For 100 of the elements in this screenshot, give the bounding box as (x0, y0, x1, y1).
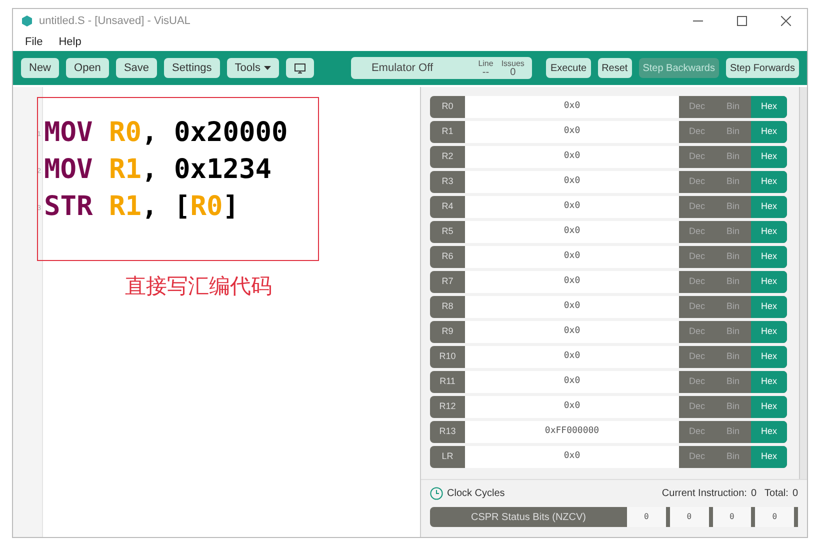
register-name: R8 (430, 296, 465, 318)
monitor-icon (294, 62, 306, 74)
register-value: 0x0 (465, 271, 679, 293)
format-tab[interactable]: Dec (679, 346, 715, 368)
format-tab[interactable]: Hex (751, 171, 787, 193)
format-tab[interactable]: Dec (679, 446, 715, 468)
code-line: MOV R0, 0x20000 (44, 116, 289, 150)
format-tab[interactable]: Hex (751, 271, 787, 293)
format-tab[interactable]: Bin (715, 246, 751, 268)
format-tab[interactable]: Dec (679, 171, 715, 193)
format-tab[interactable]: Hex (751, 221, 787, 243)
format-tab[interactable]: Dec (679, 421, 715, 443)
toolbar-button[interactable]: New (21, 58, 60, 78)
clock-cycles-label: Clock Cycles (447, 487, 505, 501)
emulator-status: Emulator Off (371, 60, 433, 76)
menu-item[interactable]: Help (58, 34, 82, 50)
window-title: untitled.S - [Unsaved] - VisUAL (39, 14, 190, 29)
toolbar-button[interactable]: Open (66, 58, 109, 78)
status-bits-label: CSPR Status Bits (NZCV) (430, 507, 627, 527)
register-name: R13 (430, 421, 465, 443)
register-name: R3 (430, 171, 465, 193)
action-button[interactable]: Reset (598, 58, 632, 78)
register-value: 0x0 (465, 146, 679, 168)
format-tab[interactable]: Hex (751, 371, 787, 393)
format-tab[interactable]: Hex (751, 146, 787, 168)
format-tab[interactable]: Hex (751, 196, 787, 218)
register-value: 0x0 (465, 171, 679, 193)
format-tab[interactable]: Dec (679, 396, 715, 418)
register-name: R7 (430, 271, 465, 293)
register-value: 0x0 (465, 246, 679, 268)
caret-icon (264, 66, 272, 70)
format-tab[interactable]: Dec (679, 146, 715, 168)
format-tab[interactable]: Bin (715, 221, 751, 243)
format-tab[interactable]: Bin (715, 121, 751, 143)
format-tab[interactable]: Hex (751, 96, 787, 118)
action-button[interactable]: Execute (546, 58, 591, 78)
format-tab[interactable]: Hex (751, 346, 787, 368)
register-value: 0x0 (465, 321, 679, 343)
close-icon[interactable] (781, 16, 791, 26)
format-tab[interactable]: Hex (751, 396, 787, 418)
register-name: R12 (430, 396, 465, 418)
status-bit: 0 (627, 507, 670, 527)
format-tab[interactable]: Hex (751, 421, 787, 443)
format-tab[interactable]: Dec (679, 321, 715, 343)
register-name: R2 (430, 146, 465, 168)
format-tab[interactable]: Dec (679, 221, 715, 243)
register-value: 0x0 (465, 221, 679, 243)
format-tab[interactable]: Dec (679, 121, 715, 143)
format-tab[interactable]: Bin (715, 421, 751, 443)
status-bit: 0 (670, 507, 712, 527)
format-tab[interactable]: Bin (715, 171, 751, 193)
code-line: MOV R1, 0x1234 (44, 153, 273, 188)
format-tab[interactable]: Hex (751, 321, 787, 343)
register-name: R5 (430, 221, 465, 243)
format-tab[interactable]: Bin (715, 96, 751, 118)
format-tab[interactable]: Hex (751, 121, 787, 143)
format-tab[interactable]: Bin (715, 371, 751, 393)
format-tab[interactable]: Hex (751, 246, 787, 268)
line-label: Line (477, 59, 494, 68)
total-label: Total: (764, 487, 788, 501)
register-value: 0x0 (465, 296, 679, 318)
register-value: 0x0 (465, 96, 679, 118)
issues-value: 0 (509, 68, 517, 77)
scrollbar[interactable] (799, 87, 807, 479)
format-tab[interactable]: Dec (679, 296, 715, 318)
format-tab[interactable]: Bin (715, 321, 751, 343)
menu-item[interactable]: File (25, 34, 43, 50)
total-value: 0 (792, 487, 798, 501)
format-tab[interactable]: Bin (715, 271, 751, 293)
line-value: -- (481, 68, 490, 77)
format-tab[interactable]: Dec (679, 246, 715, 268)
format-tab[interactable]: Dec (679, 196, 715, 218)
register-value: 0x0 (465, 346, 679, 368)
current-instruction-label: Current Instruction: (662, 487, 747, 501)
format-tab[interactable]: Bin (715, 196, 751, 218)
format-tab[interactable]: Dec (679, 96, 715, 118)
tools-dropdown[interactable]: Tools (226, 58, 280, 78)
register-value: 0x0 (465, 396, 679, 418)
toolbar-button[interactable]: Settings (164, 58, 220, 78)
maximize-icon[interactable] (737, 16, 747, 26)
format-tab[interactable]: Hex (751, 446, 787, 468)
format-tab[interactable]: Bin (715, 346, 751, 368)
screen-button[interactable] (286, 58, 314, 78)
toolbar-button[interactable]: Save (116, 58, 158, 78)
annotation-text: 直接写汇编代码 (125, 274, 273, 300)
format-tab[interactable]: Bin (715, 396, 751, 418)
register-value: 0xFF000000 (465, 421, 679, 443)
format-tab[interactable]: Hex (751, 296, 787, 318)
action-button[interactable]: Step Forwards (726, 58, 799, 78)
format-tab[interactable]: Bin (715, 446, 751, 468)
register-name: R9 (430, 321, 465, 343)
clock-icon (430, 487, 443, 500)
register-name: R1 (430, 121, 465, 143)
code-line: STR R1, [R0] (44, 190, 240, 224)
register-value: 0x0 (465, 371, 679, 393)
format-tab[interactable]: Bin (715, 146, 751, 168)
register-name: R4 (430, 196, 465, 218)
format-tab[interactable]: Dec (679, 371, 715, 393)
format-tab[interactable]: Bin (715, 296, 751, 318)
format-tab[interactable]: Dec (679, 271, 715, 293)
